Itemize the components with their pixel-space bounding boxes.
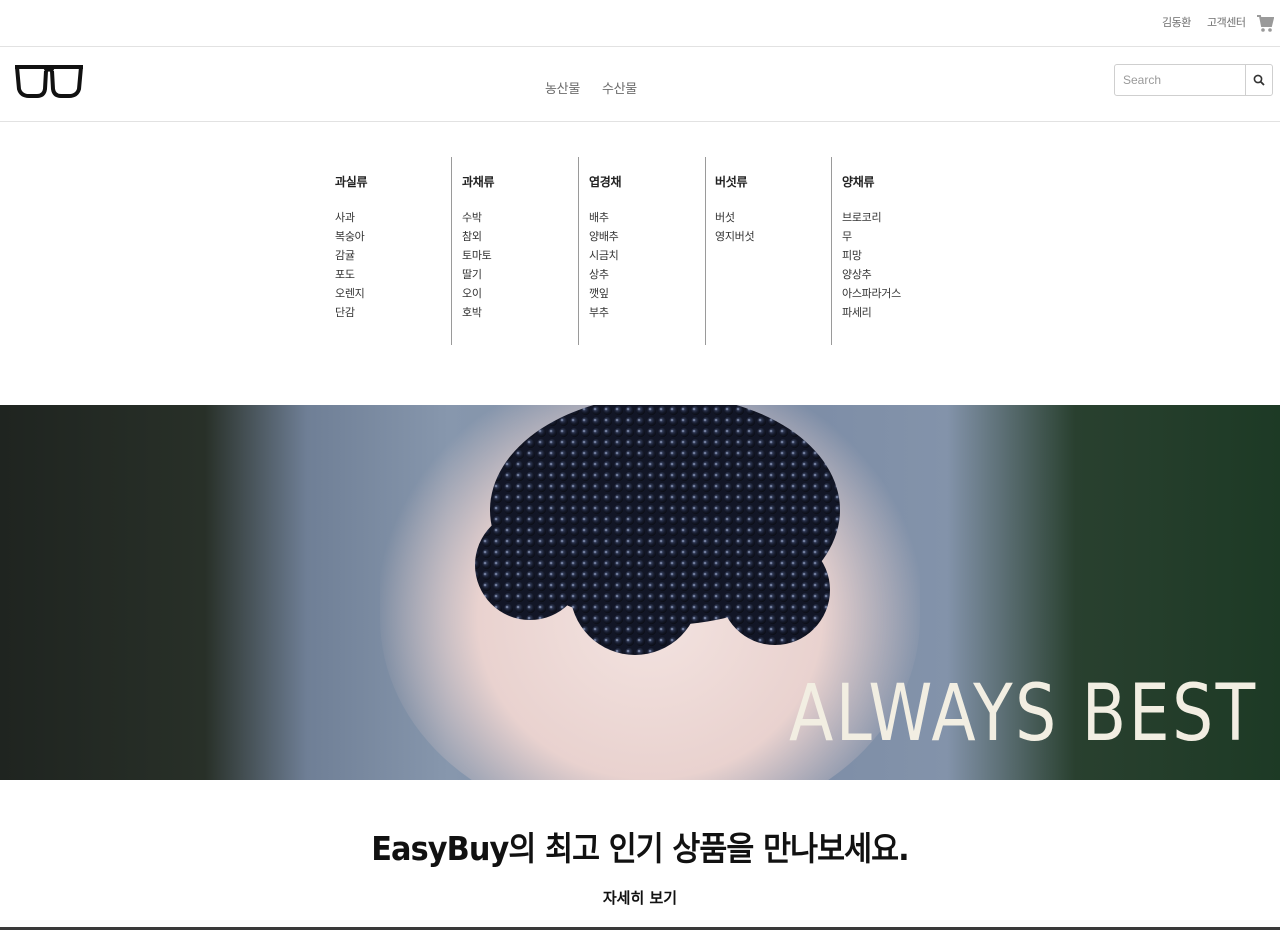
- category-item[interactable]: 아스파라거스: [842, 284, 959, 303]
- category-title[interactable]: 엽경채: [589, 173, 705, 190]
- main-nav: 농산물 수산물: [545, 78, 637, 97]
- hero-tagline: ALWAYS BEST: [789, 669, 1258, 759]
- category-item[interactable]: 오렌지: [335, 284, 451, 303]
- blackberries-image: [475, 405, 840, 655]
- hero-banner[interactable]: ALWAYS BEST: [0, 405, 1280, 780]
- cart-icon[interactable]: [1256, 13, 1274, 33]
- category-item[interactable]: 상추: [589, 265, 705, 284]
- search-box: [1114, 64, 1273, 96]
- category-item[interactable]: 시금치: [589, 246, 705, 265]
- category-item[interactable]: 브로코리: [842, 208, 959, 227]
- category-column-fruits: 과실류 사과 복숭아 감귤 포도 오렌지 단감: [325, 157, 452, 345]
- category-title[interactable]: 양채류: [842, 173, 959, 190]
- category-column-fruit-vegetables: 과채류 수박 참외 토마토 딸기 오이 호박: [452, 157, 579, 345]
- category-item[interactable]: 버섯: [715, 208, 831, 227]
- search-icon: [1253, 74, 1265, 86]
- category-item[interactable]: 단감: [335, 303, 451, 322]
- category-column-mushrooms: 버섯류 버섯 영지버섯: [705, 157, 832, 345]
- user-name-link[interactable]: 김동환: [1162, 14, 1191, 30]
- category-column-leafy-vegetables: 엽경채 배추 양배추 시금치 상추 깻잎 부추: [579, 157, 706, 345]
- category-title[interactable]: 과채류: [462, 173, 578, 190]
- top-utility-bar: 김동환 고객센터: [0, 0, 1280, 47]
- category-item[interactable]: 양배추: [589, 227, 705, 246]
- category-item[interactable]: 깻잎: [589, 284, 705, 303]
- category-item[interactable]: 사과: [335, 208, 451, 227]
- search-input[interactable]: [1115, 65, 1245, 95]
- category-item[interactable]: 오이: [462, 284, 578, 303]
- category-item[interactable]: 무: [842, 227, 959, 246]
- promo-title: EasyBuy의 최고 인기 상품을 만나보세요.: [371, 829, 909, 868]
- category-item[interactable]: 양상추: [842, 265, 959, 284]
- category-item[interactable]: 영지버섯: [715, 227, 831, 246]
- category-item[interactable]: 복숭아: [335, 227, 451, 246]
- category-mega-menu: 과실류 사과 복숭아 감귤 포도 오렌지 단감 과채류 수박 참외 토마토 딸기…: [0, 122, 1280, 405]
- category-title[interactable]: 과실류: [335, 173, 451, 190]
- category-item[interactable]: 감귤: [335, 246, 451, 265]
- category-item[interactable]: 참외: [462, 227, 578, 246]
- category-item[interactable]: 토마토: [462, 246, 578, 265]
- category-item[interactable]: 수박: [462, 208, 578, 227]
- category-title[interactable]: 버섯류: [715, 173, 831, 190]
- nav-agricultural[interactable]: 농산물: [545, 78, 580, 97]
- category-item[interactable]: 배추: [589, 208, 705, 227]
- glasses-icon[interactable]: [13, 63, 85, 99]
- category-item[interactable]: 파세리: [842, 303, 959, 322]
- category-item[interactable]: 딸기: [462, 265, 578, 284]
- category-item[interactable]: 부추: [589, 303, 705, 322]
- category-column-western-vegetables: 양채류 브로코리 무 피망 양상추 아스파라거스 파세리: [832, 157, 959, 345]
- category-item[interactable]: 포도: [335, 265, 451, 284]
- search-button[interactable]: [1245, 65, 1272, 95]
- nav-seafood[interactable]: 수산물: [602, 78, 637, 97]
- category-item[interactable]: 호박: [462, 303, 578, 322]
- view-details-link[interactable]: 자세히 보기: [0, 887, 1280, 908]
- category-item[interactable]: 피망: [842, 246, 959, 265]
- customer-center-link[interactable]: 고객센터: [1207, 14, 1246, 30]
- main-header: 농산물 수산물: [0, 47, 1280, 122]
